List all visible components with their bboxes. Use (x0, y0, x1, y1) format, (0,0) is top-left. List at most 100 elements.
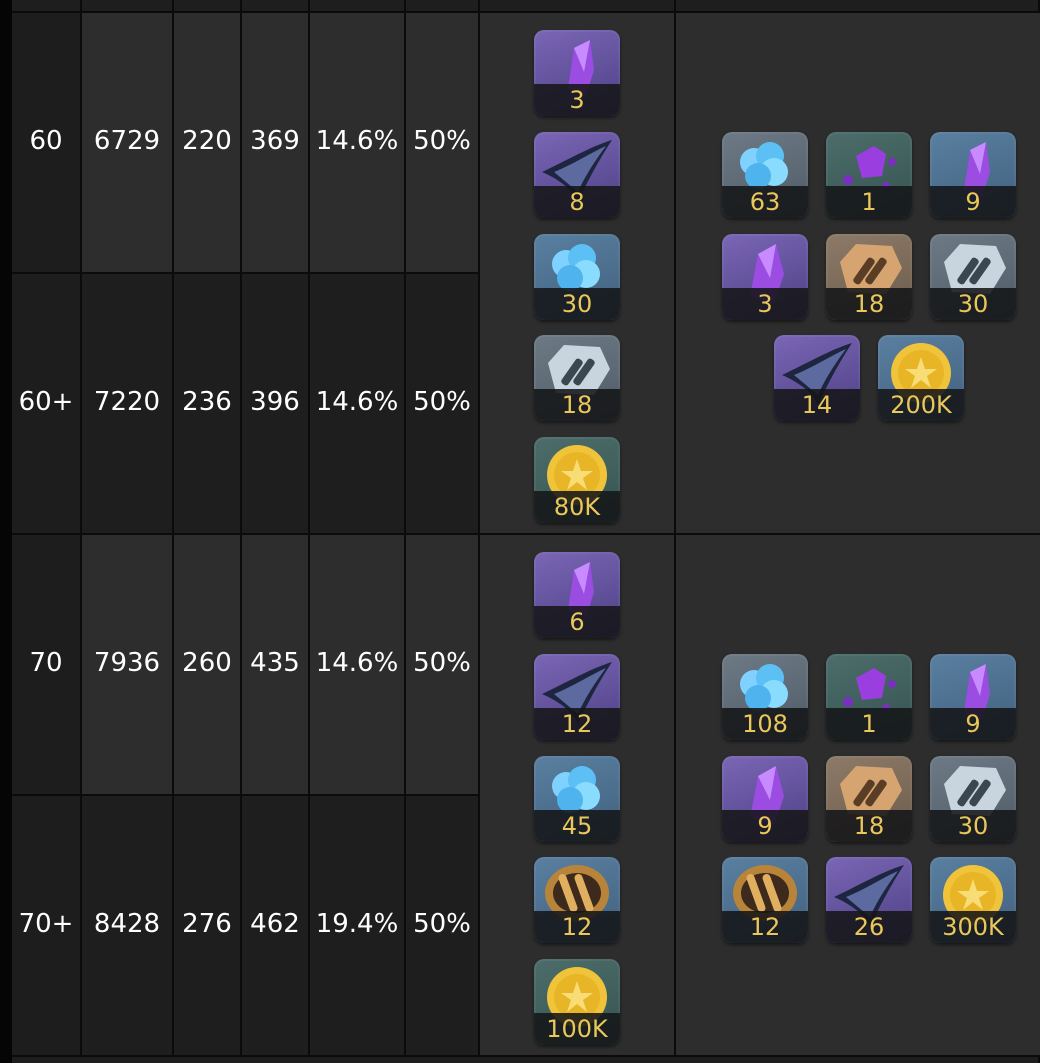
total-qty: 9 (930, 186, 1016, 218)
ascension-materials-cell: 3 8 30 18 80K (480, 13, 676, 535)
crit-rate-cell: 14.6% (310, 13, 406, 274)
header-cell (310, 0, 406, 13)
level-cell: 60 (12, 13, 82, 274)
total-qty: 12 (722, 911, 808, 943)
total-qty: 26 (826, 911, 912, 943)
crit-dmg-cell: 50% (406, 796, 480, 1057)
material-item[interactable]: 80K (534, 437, 620, 523)
material-qty: 6 (534, 606, 620, 638)
total-item[interactable]: 1 (826, 654, 912, 740)
material-item[interactable]: 6 (534, 552, 620, 638)
total-item[interactable]: 30 (930, 234, 1016, 320)
atk-value: 236 (182, 387, 232, 417)
header-cell (242, 0, 310, 13)
crit-dmg-value: 50% (413, 126, 471, 156)
material-qty: 30 (534, 288, 620, 320)
material-qty: 12 (534, 708, 620, 740)
material-item[interactable]: 18 (534, 335, 620, 421)
total-item[interactable]: 30 (930, 756, 1016, 842)
atk-value: 220 (182, 126, 232, 156)
total-qty: 18 (826, 288, 912, 320)
material-item[interactable]: 45 (534, 756, 620, 842)
total-qty: 9 (722, 810, 808, 842)
level-value: 60 (29, 126, 63, 156)
total-item[interactable]: 1 (826, 132, 912, 218)
total-qty: 18 (826, 810, 912, 842)
ascension-materials-cell: 6 12 45 12 100K (480, 535, 676, 1057)
atk-cell: 276 (174, 796, 242, 1057)
material-item[interactable]: 12 (534, 654, 620, 740)
material-item[interactable]: 12 (534, 857, 620, 943)
total-materials-cell: 63 1 9 3 18 30 14 200K (676, 13, 1040, 535)
atk-cell: 260 (174, 535, 242, 796)
atk-cell: 236 (174, 274, 242, 535)
header-cell (406, 0, 480, 13)
total-item[interactable]: 9 (930, 654, 1016, 740)
total-item[interactable]: 63 (722, 132, 808, 218)
crit-dmg-value: 50% (413, 387, 471, 417)
crit-rate-cell: 19.4% (310, 796, 406, 1057)
atk-cell: 220 (174, 13, 242, 274)
header-cell (480, 0, 676, 13)
def-value: 462 (250, 909, 300, 939)
total-qty: 200K (878, 389, 964, 421)
total-item[interactable]: 18 (826, 234, 912, 320)
material-item[interactable]: 30 (534, 234, 620, 320)
atk-value: 276 (182, 909, 232, 939)
crit-rate-value: 14.6% (315, 387, 399, 417)
total-qty: 63 (722, 186, 808, 218)
hp-value: 7936 (93, 648, 161, 678)
total-qty: 300K (930, 911, 1016, 943)
total-qty: 30 (930, 288, 1016, 320)
crit-dmg-cell: 50% (406, 274, 480, 535)
crit-dmg-value: 50% (413, 648, 471, 678)
level-cell: 70 (12, 535, 82, 796)
crit-dmg-value: 50% (413, 909, 471, 939)
total-qty: 108 (722, 708, 808, 740)
total-item[interactable]: 9 (722, 756, 808, 842)
total-qty: 1 (826, 708, 912, 740)
next-row-edge (12, 1057, 1040, 1063)
material-qty: 8 (534, 186, 620, 218)
hp-cell: 7936 (82, 535, 174, 796)
def-cell: 396 (242, 274, 310, 535)
hp-cell: 6729 (82, 13, 174, 274)
hp-value: 8428 (93, 909, 161, 939)
level-value: 70+ (18, 909, 74, 939)
crit-rate-cell: 14.6% (310, 274, 406, 535)
crit-rate-value: 14.6% (315, 648, 399, 678)
total-qty: 14 (774, 389, 860, 421)
material-item[interactable]: 3 (534, 30, 620, 116)
left-edge (0, 0, 12, 1063)
stats-table: 60 6729 220 3 6 9 14.6% 50% 60+ 7220 236 3… (0, 0, 1040, 1063)
crit-dmg-cell: 50% (406, 13, 480, 274)
material-qty: 3 (534, 84, 620, 116)
def-cell: 435 (242, 535, 310, 796)
hp-cell: 7220 (82, 274, 174, 535)
total-item[interactable]: 9 (930, 132, 1016, 218)
total-item[interactable]: 26 (826, 857, 912, 943)
header-cell (12, 0, 82, 13)
total-item[interactable]: 200K (878, 335, 964, 421)
total-item[interactable]: 18 (826, 756, 912, 842)
level-cell: 60+ (12, 274, 82, 535)
total-qty: 3 (722, 288, 808, 320)
hp-cell: 8428 (82, 796, 174, 1057)
material-item[interactable]: 8 (534, 132, 620, 218)
level-cell: 70+ (12, 796, 82, 1057)
total-item[interactable]: 3 (722, 234, 808, 320)
material-qty: 45 (534, 810, 620, 842)
total-qty: 1 (826, 186, 912, 218)
total-item[interactable]: 14 (774, 335, 860, 421)
total-item[interactable]: 300K (930, 857, 1016, 943)
crit-rate-cell: 14.6% (310, 535, 406, 796)
header-cell (82, 0, 174, 13)
total-item[interactable]: 108 (722, 654, 808, 740)
crit-dmg-cell: 50% (406, 535, 480, 796)
crit-rate-value: 14.6% (315, 126, 399, 156)
def-value: 435 (250, 648, 300, 678)
material-qty: 18 (534, 389, 620, 421)
material-item[interactable]: 100K (534, 959, 620, 1045)
total-item[interactable]: 12 (722, 857, 808, 943)
def-value: 396 (250, 387, 300, 417)
